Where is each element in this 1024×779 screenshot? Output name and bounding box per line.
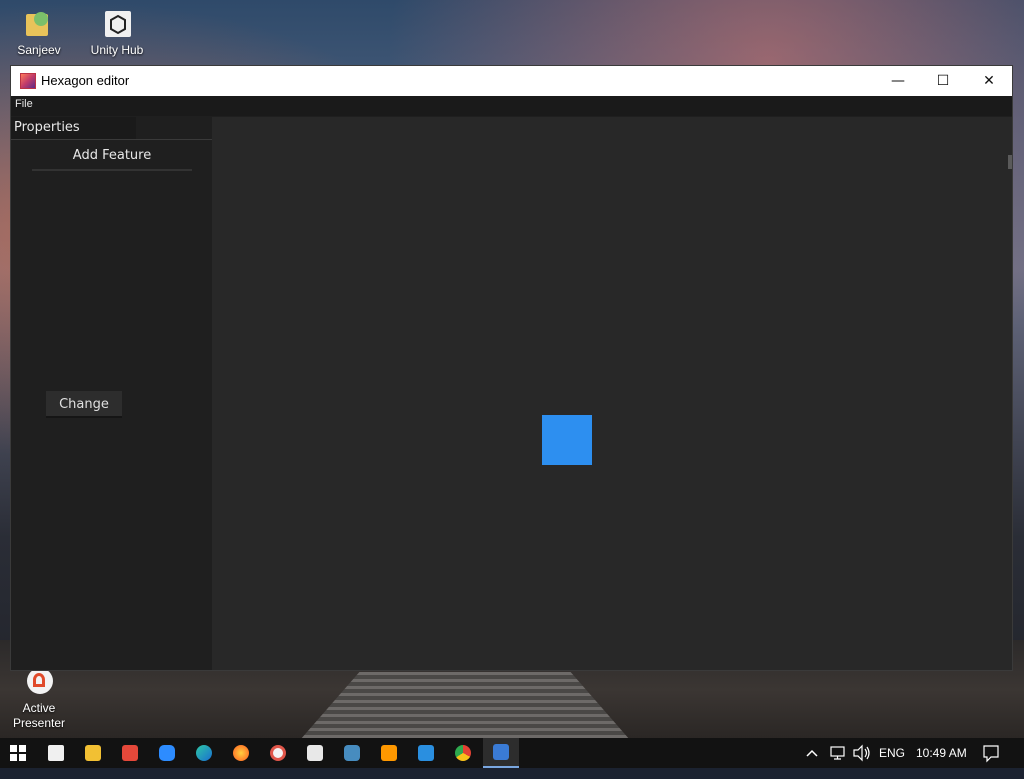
tab-properties[interactable]: Properties: [11, 117, 136, 139]
edge-icon: [196, 745, 212, 761]
desktop-icon-user-folder[interactable]: Sanjeev Srivastava: [4, 10, 74, 58]
taskbar-godot[interactable]: [334, 738, 370, 768]
title-bar[interactable]: Hexagon editor — ☐ ✕: [11, 66, 1012, 96]
add-feature-button[interactable]: Add Feature: [32, 141, 192, 171]
close-icon: ✕: [983, 73, 995, 89]
taskbar-chrome[interactable]: [445, 738, 481, 768]
chrome-icon: [455, 745, 471, 761]
zoom-icon: [159, 745, 175, 761]
windows-start-icon: [10, 745, 26, 761]
taskbar-store[interactable]: [38, 738, 74, 768]
hexagon-editor-window: Hexagon editor — ☐ ✕ File Properties Add…: [11, 66, 1012, 670]
chevron-up-icon: [806, 749, 818, 757]
taskbar-zoom[interactable]: [149, 738, 185, 768]
taskbar: ENG 10:49 AM: [0, 738, 1024, 768]
active-presenter-icon: [24, 668, 54, 698]
unity-hub-icon: [102, 10, 132, 40]
taskbar-sublime-text[interactable]: [371, 738, 407, 768]
file-explorer-icon: [85, 745, 101, 761]
minimize-button[interactable]: —: [875, 66, 921, 96]
window-title: Hexagon editor: [41, 73, 130, 88]
desktop-icon-unity-hub[interactable]: Unity Hub: [82, 10, 152, 58]
network-button[interactable]: [829, 738, 847, 768]
change-button[interactable]: Change: [46, 391, 122, 418]
scrollbar-handle[interactable]: [1008, 155, 1012, 169]
media-app-icon: [270, 745, 286, 761]
volume-button[interactable]: [852, 738, 872, 768]
desktop-icon-label: Active Presenter: [12, 701, 66, 730]
unity-icon: [307, 745, 323, 761]
taskbar-unity[interactable]: [297, 738, 333, 768]
network-icon: [830, 746, 845, 760]
maximize-button[interactable]: ☐: [920, 66, 966, 96]
maximize-icon: ☐: [936, 73, 950, 89]
anydesk-icon: [122, 745, 138, 761]
taskbar-anydesk[interactable]: [112, 738, 148, 768]
godot-icon: [344, 745, 360, 761]
app-icon: [20, 73, 36, 89]
desktop-icon-label: Unity Hub: [90, 43, 144, 57]
start-button[interactable]: [0, 738, 36, 768]
language-indicator[interactable]: ENG: [879, 738, 905, 768]
clock[interactable]: 10:49 AM: [916, 738, 967, 768]
store-icon: [48, 745, 64, 761]
minimize-icon: —: [891, 73, 905, 89]
notification-icon: [983, 745, 999, 763]
taskbar-vscode[interactable]: [408, 738, 444, 768]
vscode-icon: [418, 745, 434, 761]
tray-overflow-button[interactable]: [805, 738, 819, 768]
menu-bar: File: [11, 96, 1012, 116]
taskbar-edge[interactable]: [186, 738, 222, 768]
desktop-icon-label: Sanjeev Srivastava: [17, 43, 61, 57]
menu-file[interactable]: File: [15, 98, 33, 110]
tab-divider: [11, 139, 212, 140]
taskbar-file-explorer[interactable]: [75, 738, 111, 768]
taskbar-firefox[interactable]: [223, 738, 259, 768]
volume-icon: [853, 744, 870, 762]
desktop-icon-active-presenter[interactable]: Active Presenter: [4, 668, 74, 731]
blue-square-shape[interactable]: [542, 415, 592, 465]
taskbar-hexagon-editor[interactable]: [483, 738, 519, 768]
notifications-button[interactable]: [982, 738, 1000, 768]
editor-canvas[interactable]: [212, 117, 1012, 670]
close-button[interactable]: ✕: [966, 66, 1012, 96]
taskbar-media-app[interactable]: [260, 738, 296, 768]
sublime-text-icon: [381, 745, 397, 761]
firefox-icon: [233, 745, 249, 761]
hexagon-editor-app-icon: [493, 744, 509, 760]
user-folder-icon: [24, 10, 54, 40]
properties-panel: Properties Add Feature Change: [11, 116, 212, 670]
